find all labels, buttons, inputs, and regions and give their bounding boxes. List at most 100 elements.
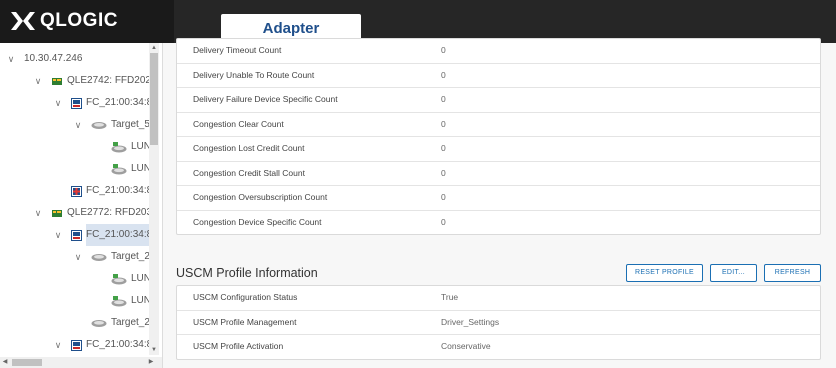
tree-node-label: Target_2 — [111, 317, 150, 328]
table-row: Congestion Clear Count 0 — [177, 111, 820, 137]
tree-node-adapter[interactable]: ∨ QLE2742: FFD2024 — [33, 70, 157, 92]
scroll-right-icon[interactable]: ▶ — [146, 357, 156, 368]
logo-text: QLOGIC — [40, 10, 118, 31]
row-label: USCM Profile Management — [193, 316, 297, 327]
section-title-uscm-profile: USCM Profile Information — [176, 266, 318, 280]
adapter-icon — [52, 209, 62, 217]
tree-node-label: LUN — [131, 141, 152, 152]
device-tree: ∨ 10.30.47.246 ∨ QLE2742: FFD2024 ∨ FC_2… — [0, 43, 163, 368]
tree-node-label: LUN — [131, 273, 152, 284]
tree-node-label: LUN — [131, 163, 152, 174]
table-row: Congestion Credit Stall Count 0 — [177, 160, 820, 186]
table-row: Delivery Failure Device Specific Count 0 — [177, 87, 820, 112]
row-value: 0 — [441, 45, 446, 55]
target-icon — [91, 253, 107, 261]
app-header: QLOGIC Adapter Management — [0, 0, 836, 66]
refresh-button[interactable]: REFRESH — [764, 264, 821, 282]
row-label: Congestion Clear Count — [193, 118, 284, 129]
tree-node-lun[interactable]: LUN — [111, 136, 151, 158]
lun-icon — [111, 163, 127, 174]
row-value: 0 — [441, 69, 446, 80]
tree-node-label: Target_5 — [111, 119, 150, 130]
tree-node-label: FC_21:00:34:80 — [86, 185, 158, 196]
scroll-down-icon[interactable]: ▼ — [149, 345, 159, 355]
tree-node-port[interactable]: FC_21:00:34:80 — [71, 180, 158, 202]
adapter-icon — [52, 77, 62, 85]
tree-node-target[interactable]: ∨ Target_5 — [73, 114, 150, 136]
row-value: Driver_Settings — [441, 316, 500, 327]
row-label: Delivery Timeout Count — [193, 45, 282, 55]
row-value: 0 — [441, 167, 446, 178]
edit-button[interactable]: EDIT... — [710, 264, 757, 282]
table-row: Congestion Oversubscription Count 0 — [177, 185, 820, 210]
row-label: Delivery Failure Device Specific Count — [193, 94, 338, 104]
row-label: Congestion Credit Stall Count — [193, 167, 305, 178]
tree-horizontal-scrollbar[interactable]: ◀ ▶ — [0, 357, 162, 368]
chevron-down-icon[interactable]: ∨ — [53, 92, 63, 114]
chevron-down-icon[interactable]: ∨ — [33, 70, 43, 92]
row-label: Delivery Unable To Route Count — [193, 69, 315, 80]
tree-node-host[interactable]: ∨ 10.30.47.246 — [6, 48, 83, 70]
tree-node-label: QLE2742: FFD2024 — [67, 75, 157, 86]
tree-node-port[interactable]: ∨ FC_21:00:34:80 — [53, 92, 158, 114]
tree-node-label: 10.30.47.246 — [24, 53, 83, 64]
port-icon — [71, 339, 82, 351]
tree-node-label: FC_21:00:34:80 — [86, 224, 158, 246]
table-row: Delivery Unable To Route Count 0 — [177, 62, 820, 88]
tree-node-lun[interactable]: LUN — [111, 290, 151, 312]
chevron-down-icon[interactable]: ∨ — [53, 224, 63, 246]
logo-area: QLOGIC — [0, 0, 174, 43]
chevron-down-icon[interactable]: ∨ — [6, 48, 16, 70]
tree-node-label: FC_21:00:34:80 — [86, 339, 158, 350]
tree-node-port-selected[interactable]: ∨ FC_21:00:34:80 — [53, 224, 158, 246]
scroll-left-icon[interactable]: ◀ — [0, 357, 10, 368]
lun-icon — [111, 295, 127, 306]
row-value: 0 — [441, 192, 446, 202]
tree-node-label: LUN — [131, 295, 152, 306]
scroll-up-icon[interactable]: ▲ — [149, 43, 159, 53]
table-row: Congestion Device Specific Count 0 — [177, 209, 820, 235]
row-value: 0 — [441, 118, 446, 129]
port-icon — [71, 97, 82, 109]
lun-icon — [111, 141, 127, 152]
row-label: USCM Profile Activation — [193, 341, 284, 351]
table-row: USCM Profile Activation Conservative — [177, 334, 820, 359]
reset-profile-button[interactable]: RESET PROFILE — [626, 264, 703, 282]
row-value: 0 — [441, 143, 446, 153]
chevron-down-icon[interactable]: ∨ — [33, 202, 43, 224]
qlogic-logo-icon — [11, 12, 35, 30]
uscm-profile-table: USCM Configuration Status True USCM Profi… — [176, 285, 821, 360]
tree-node-lun[interactable]: LUN — [111, 158, 151, 180]
chevron-down-icon[interactable]: ∨ — [73, 246, 83, 268]
row-value: 0 — [441, 216, 446, 227]
table-row: USCM Configuration Status True — [177, 286, 820, 310]
tree-node-lun[interactable]: LUN — [111, 268, 151, 290]
row-label: Congestion Lost Credit Count — [193, 143, 305, 153]
tree-node-label: FC_21:00:34:80 — [86, 97, 158, 108]
row-value: 0 — [441, 94, 446, 104]
tree-vertical-scrollbar[interactable]: ▲ ▼ — [149, 43, 159, 355]
tree-node-target[interactable]: Target_2 — [91, 312, 150, 334]
row-value: True — [441, 292, 459, 302]
row-label: Congestion Device Specific Count — [193, 216, 322, 227]
counts-table: Delivery Timeout Count 0 Delivery Unable … — [176, 38, 821, 235]
tree-node-label: QLE2772: RFD203C — [67, 207, 160, 218]
lun-icon — [111, 273, 127, 284]
target-icon — [91, 319, 107, 327]
port-icon — [71, 229, 82, 241]
scrollbar-thumb[interactable] — [150, 53, 158, 145]
target-icon — [91, 121, 107, 129]
row-value: Conservative — [441, 341, 491, 351]
row-label: USCM Configuration Status — [193, 292, 298, 302]
tree-node-target[interactable]: ∨ Target_2 — [73, 246, 150, 268]
tree-node-port[interactable]: ∨ FC_21:00:34:80 — [53, 334, 158, 356]
chevron-down-icon[interactable]: ∨ — [73, 114, 83, 136]
row-label: Congestion Oversubscription Count — [193, 192, 328, 202]
table-row: Delivery Timeout Count 0 — [177, 39, 820, 63]
table-row: USCM Profile Management Driver_Settings — [177, 309, 820, 335]
chevron-down-icon[interactable]: ∨ — [53, 334, 63, 356]
table-row: Congestion Lost Credit Count 0 — [177, 136, 820, 161]
scrollbar-thumb[interactable] — [12, 359, 42, 366]
tree-node-adapter[interactable]: ∨ QLE2772: RFD203C — [33, 202, 160, 224]
tree-node-label: Target_2 — [111, 251, 150, 262]
